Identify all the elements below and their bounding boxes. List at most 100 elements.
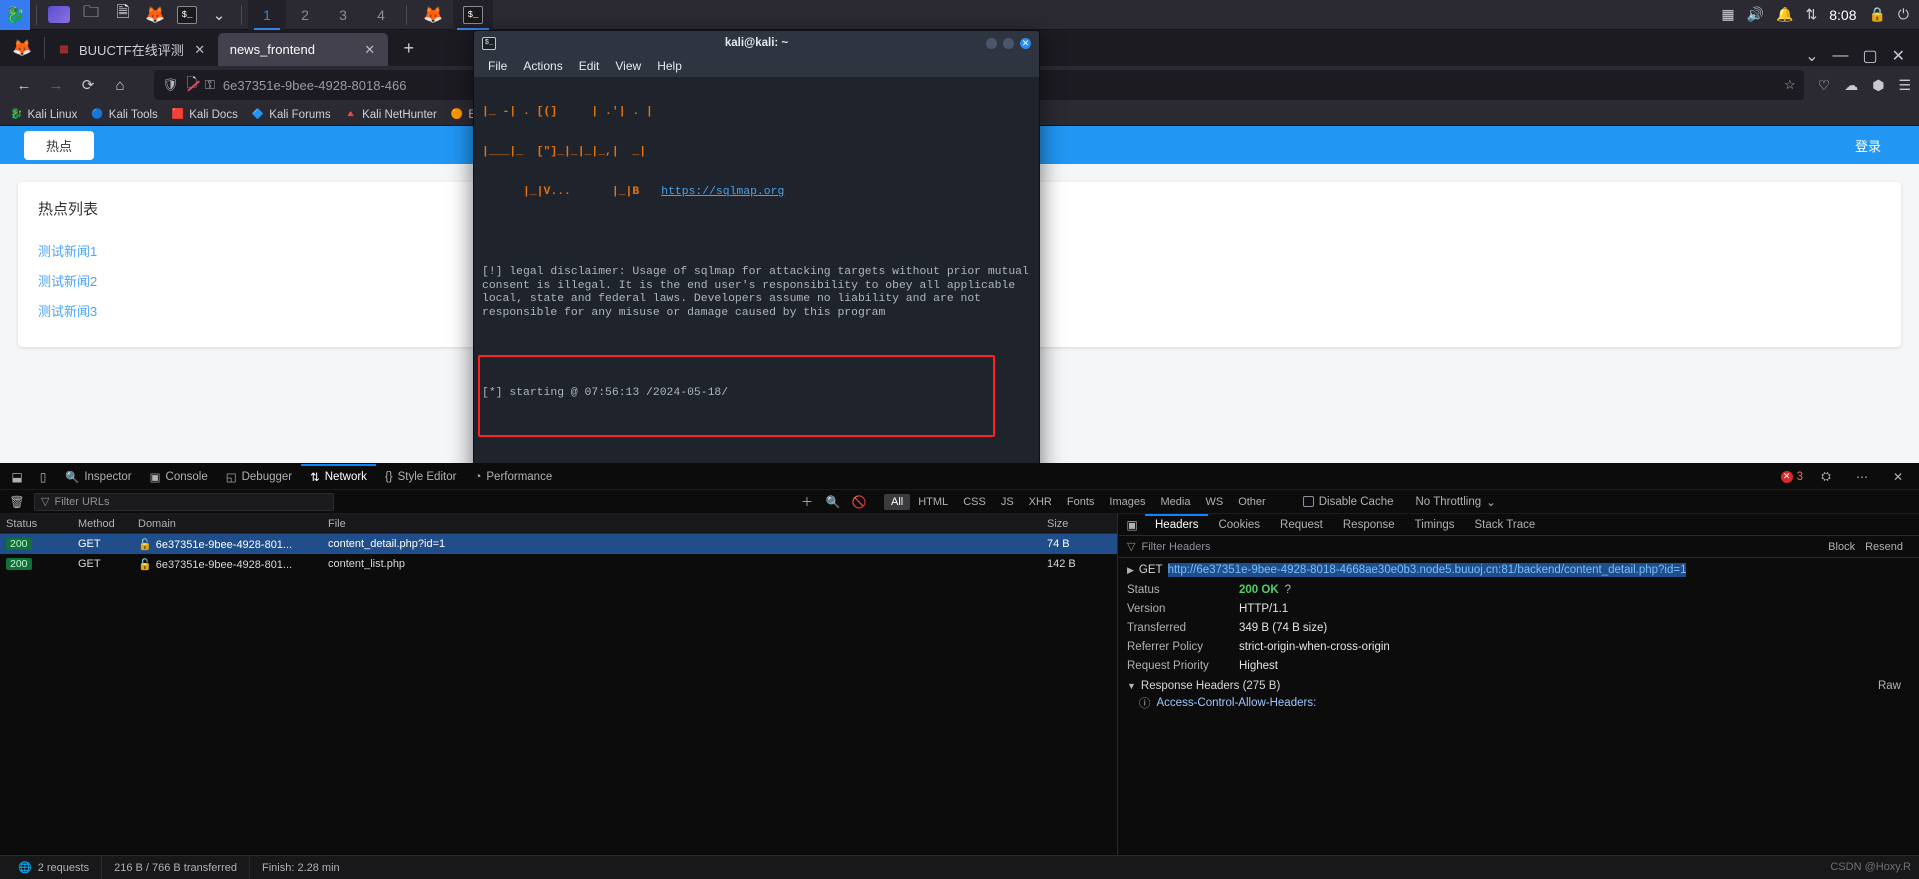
menu-actions[interactable]: Actions: [523, 59, 562, 73]
browser-tab-news-frontend[interactable]: news_frontend ✕: [217, 33, 388, 66]
raw-toggle-label[interactable]: Raw: [1878, 680, 1911, 692]
home-button[interactable]: ⌂: [104, 70, 136, 100]
column-size[interactable]: Size: [1041, 518, 1117, 530]
rp-tab-request[interactable]: Request: [1270, 514, 1333, 536]
back-button[interactable]: ←: [8, 70, 40, 100]
devtools-close-icon[interactable]: ✕: [1885, 465, 1911, 489]
kali-menu-icon[interactable]: 🐉: [0, 0, 30, 30]
menu-file[interactable]: File: [488, 59, 507, 73]
maximize-icon[interactable]: ▢: [1862, 46, 1877, 66]
volume-icon[interactable]: 🔊: [1747, 6, 1764, 23]
column-method[interactable]: Method: [72, 518, 132, 530]
sqlmap-url-link[interactable]: https://sqlmap.org: [661, 186, 784, 198]
filter-urls-input[interactable]: ▽ Filter URLs: [34, 492, 334, 511]
expand-triangle-icon[interactable]: ▶: [1127, 563, 1134, 577]
column-domain[interactable]: Domain: [132, 518, 322, 530]
pill-xhr[interactable]: XHR: [1022, 494, 1059, 510]
pill-media[interactable]: Media: [1153, 494, 1197, 510]
pill-html[interactable]: HTML: [911, 494, 955, 510]
tab-style-editor[interactable]: {} Style Editor: [376, 464, 466, 490]
toggle-sidebar-icon[interactable]: ▣: [1119, 513, 1145, 537]
browser-tab-buuctf[interactable]: ▩ BUUCTF在线评测 ✕: [45, 33, 218, 66]
menu-edit[interactable]: Edit: [579, 59, 600, 73]
close-icon[interactable]: ✕: [192, 42, 208, 58]
rp-tab-stack-trace[interactable]: Stack Trace: [1465, 514, 1546, 536]
reload-button[interactable]: ⟳: [72, 70, 104, 100]
block-button[interactable]: Block: [1828, 541, 1855, 553]
rp-tab-timings[interactable]: Timings: [1405, 514, 1465, 536]
key-icon[interactable]: ⚿: [205, 77, 215, 93]
pill-ws[interactable]: WS: [1198, 494, 1230, 510]
workspace-1[interactable]: 1: [248, 0, 286, 30]
tab-debugger[interactable]: ◱ Debugger: [217, 464, 301, 490]
table-row[interactable]: 200 GET 🔓 6e37351e-9bee-4928-801... conte…: [0, 534, 1117, 554]
column-status[interactable]: Status: [0, 518, 72, 530]
request-url[interactable]: http://6e37351e-9bee-4928-8018-4668ae30e…: [1167, 563, 1687, 577]
shield-icon[interactable]: 🛡: [162, 77, 179, 93]
file-manager-icon[interactable]: 🗀: [77, 3, 105, 27]
rp-tab-cookies[interactable]: Cookies: [1208, 514, 1270, 536]
block-requests-icon[interactable]: 🚫: [846, 490, 872, 514]
terminal-icon[interactable]: $_: [173, 3, 201, 27]
notification-icon[interactable]: 🔔: [1776, 6, 1793, 23]
bookmark-kali-nethunter[interactable]: 🔺 Kali NetHunter: [345, 109, 437, 121]
terminal-titlebar[interactable]: $_ kali@kali: ~ ✕: [474, 31, 1039, 55]
minimize-icon[interactable]: [986, 37, 997, 49]
tab-inspector[interactable]: 🔍 Inspector: [56, 464, 141, 490]
site-nav-hotspot[interactable]: 热点: [24, 130, 95, 160]
column-file[interactable]: File: [322, 518, 1041, 530]
pill-fonts[interactable]: Fonts: [1060, 494, 1102, 510]
bookmark-star-icon[interactable]: ☆: [1784, 77, 1796, 93]
menu-view[interactable]: View: [615, 59, 641, 73]
bookmark-kali-forums[interactable]: 🔷 Kali Forums: [252, 109, 331, 121]
menu-icon[interactable]: ☰: [1898, 77, 1911, 94]
network-icon[interactable]: ⇅: [1806, 6, 1818, 23]
show-desktop-icon[interactable]: [45, 3, 73, 27]
add-request-icon[interactable]: ＋: [794, 490, 820, 514]
pill-js[interactable]: JS: [994, 494, 1021, 510]
extensions-icon[interactable]: ⬢: [1872, 77, 1884, 94]
throttling-dropdown[interactable]: No Throttling ⌄: [1416, 495, 1496, 509]
clock[interactable]: 8:08: [1829, 7, 1856, 23]
pill-images[interactable]: Images: [1102, 494, 1152, 510]
search-icon[interactable]: 🔍: [820, 490, 846, 514]
error-count-badge[interactable]: ✕ 3: [1780, 470, 1803, 483]
close-icon[interactable]: ✕: [1020, 37, 1031, 49]
grid-icon[interactable]: ▦: [1721, 6, 1734, 23]
help-icon[interactable]: ?: [1285, 583, 1291, 598]
rp-tab-response[interactable]: Response: [1333, 514, 1405, 536]
account-icon[interactable]: ☁: [1844, 77, 1858, 94]
tab-performance[interactable]: ◔ Performance: [465, 464, 561, 490]
resend-button[interactable]: Resend: [1865, 541, 1903, 553]
workspace-2[interactable]: 2: [286, 0, 324, 30]
list-all-tabs-icon[interactable]: ⌄: [1805, 46, 1818, 66]
site-nav-login[interactable]: 登录: [1841, 131, 1895, 160]
rp-tab-headers[interactable]: Headers: [1145, 513, 1209, 536]
window-close-icon[interactable]: ✕: [1892, 46, 1905, 66]
pill-css[interactable]: CSS: [956, 494, 993, 510]
lock-icon[interactable]: 🔒: [1868, 6, 1885, 23]
devtools-meatball-icon[interactable]: ⋯: [1849, 465, 1875, 489]
table-row[interactable]: 200 GET 🔓 6e37351e-9bee-4928-801... conte…: [0, 554, 1117, 574]
bookmark-kali-tools[interactable]: 🔵 Kali Tools: [91, 109, 157, 121]
taskbar-firefox-icon[interactable]: 🦊: [413, 0, 453, 30]
pill-all[interactable]: All: [884, 493, 911, 510]
text-editor-icon[interactable]: 🗎: [109, 3, 137, 27]
power-icon[interactable]: ⏻: [1898, 6, 1909, 23]
bookmark-kali-docs[interactable]: 🟥 Kali Docs: [172, 109, 238, 121]
chevron-down-icon[interactable]: ⌄: [205, 3, 233, 27]
minimize-icon[interactable]: —: [1832, 47, 1848, 65]
pill-other[interactable]: Other: [1231, 494, 1273, 510]
responsive-design-icon[interactable]: ▯: [30, 465, 56, 489]
clear-requests-icon[interactable]: 🗑: [4, 490, 30, 514]
filter-headers-input[interactable]: ▽ Filter Headers Block Resend: [1119, 536, 1919, 558]
tracking-blocked-icon[interactable]: 🗋: [187, 74, 197, 96]
workspace-3[interactable]: 3: [324, 0, 362, 30]
new-tab-button[interactable]: +: [394, 33, 424, 63]
pocket-icon[interactable]: ♡: [1818, 77, 1831, 94]
menu-help[interactable]: Help: [657, 59, 682, 73]
tab-console[interactable]: ▣ Console: [141, 464, 217, 490]
pick-element-icon[interactable]: ⬓: [4, 465, 30, 489]
collapse-triangle-icon[interactable]: ▼: [1127, 681, 1136, 691]
devtools-settings-icon[interactable]: ⛭: [1813, 465, 1839, 489]
